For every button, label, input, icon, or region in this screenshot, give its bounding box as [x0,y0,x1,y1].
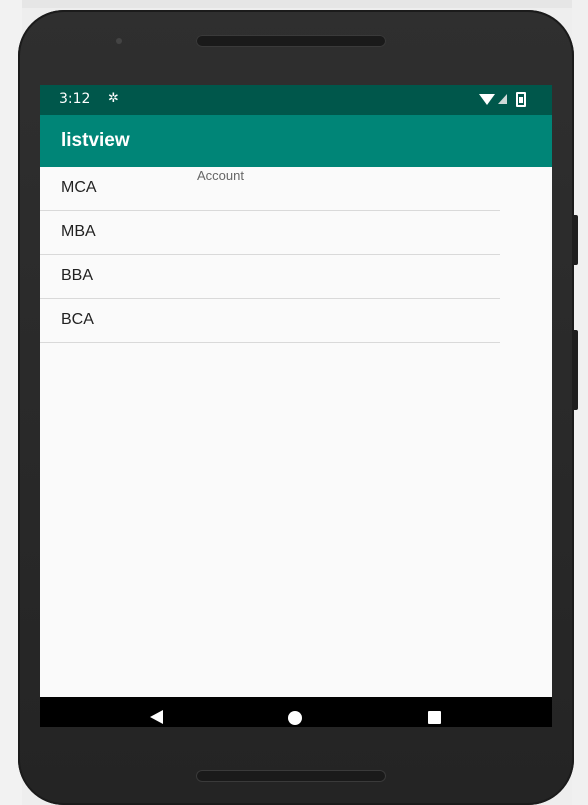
list-item-mba[interactable]: MBA [40,211,500,255]
volume-button[interactable] [572,330,578,410]
power-button[interactable] [572,215,578,265]
signal-icon [498,94,507,104]
list-item-mca[interactable]: MCA [40,167,500,211]
recents-icon[interactable] [428,711,441,724]
home-icon[interactable] [288,711,302,725]
list-item-label: BBA [61,267,94,284]
emulator-phone-frame: 3:12 ✲ listview MCA MBA BBA BCA Account [18,10,578,805]
front-camera-icon [116,38,122,44]
account-label: Account [197,168,244,183]
bottom-speaker-grille [196,770,386,782]
wifi-icon [479,94,495,105]
device-screen: 3:12 ✲ listview MCA MBA BBA BCA Account [40,85,552,727]
list-item-label: BCA [61,311,94,328]
top-speaker-grille [196,35,386,47]
battery-icon [516,92,526,107]
app-title: listview [61,130,130,151]
status-bar: 3:12 ✲ [40,85,552,115]
app-bar: listview [40,115,552,167]
navigation-bar [40,697,552,727]
list-item-label: MBA [61,223,96,240]
list-item-label: MCA [61,179,97,196]
list-item-bca[interactable]: BCA [40,299,500,343]
status-time: 3:12 [59,91,91,107]
back-icon[interactable] [150,710,163,724]
list-view[interactable]: MCA MBA BBA BCA [40,167,500,343]
gear-icon: ✲ [108,91,119,106]
ide-top-strip [0,0,588,8]
list-item-bba[interactable]: BBA [40,255,500,299]
